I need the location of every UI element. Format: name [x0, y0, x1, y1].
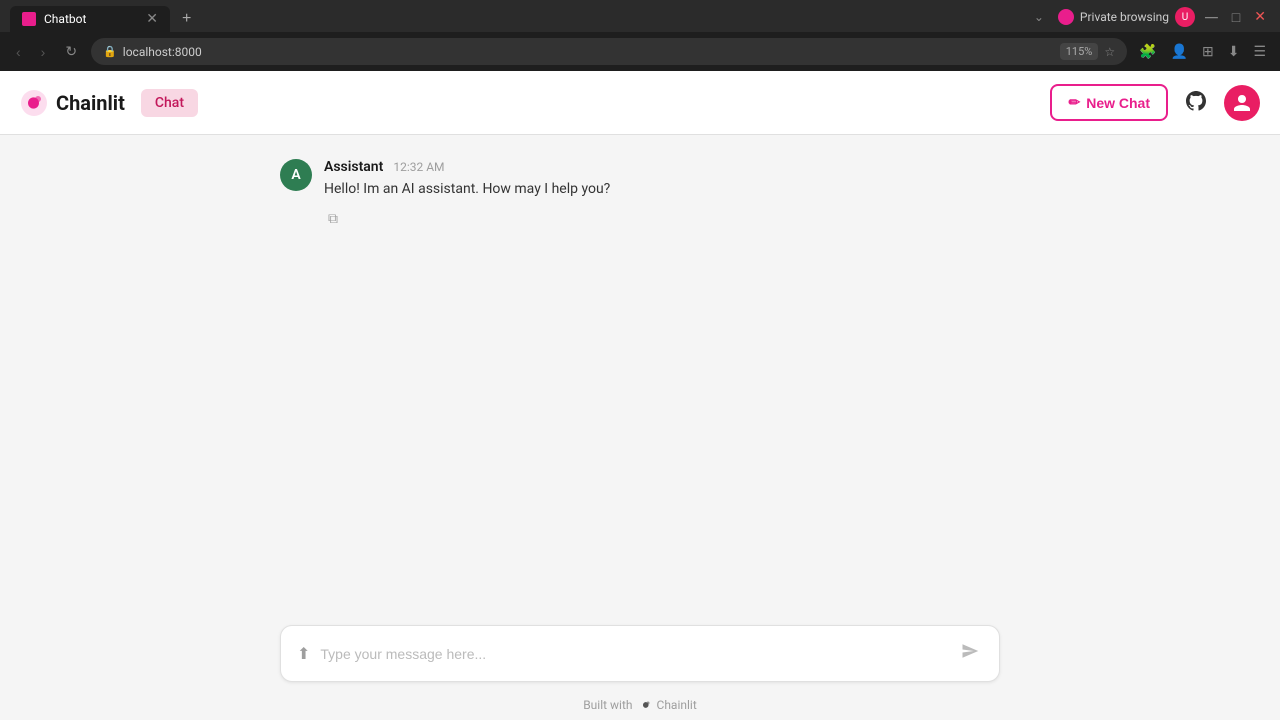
tab-title: Chatbot: [44, 12, 138, 26]
back-button[interactable]: ‹: [10, 40, 27, 64]
private-browsing-badge: Private browsing: [1058, 9, 1169, 25]
input-area: ⬆: [0, 609, 1280, 690]
chat-area: A Assistant 12:32 AM Hello! Im an AI ass…: [0, 135, 1280, 609]
browser-minimize[interactable]: ─: [1201, 7, 1222, 28]
avatar-initial: A: [291, 167, 300, 183]
built-with-text: Built with: [583, 698, 632, 712]
profile-button[interactable]: 👤: [1167, 39, 1192, 64]
extensions-button[interactable]: 🧩: [1135, 39, 1160, 64]
tab-close-button[interactable]: ✕: [146, 12, 158, 26]
app-header: Chainlit Chat ✏ New Chat: [0, 71, 1280, 135]
address-bar[interactable]: 🔒 localhost:8000 115% ☆: [91, 38, 1127, 65]
footer-logo: Chainlit: [639, 698, 697, 712]
chat-input[interactable]: [320, 646, 947, 662]
forward-button[interactable]: ›: [35, 40, 52, 64]
input-box: ⬆: [280, 625, 1000, 682]
avatar: A: [280, 159, 312, 191]
new-chat-label: New Chat: [1086, 95, 1150, 111]
tab-favicon: [22, 12, 36, 26]
browser-toolbar-right: ⌄ Private browsing U ─ □ ✕: [1030, 7, 1270, 32]
message-content: Assistant 12:32 AM Hello! Im an AI assis…: [324, 159, 1000, 229]
menu-button[interactable]: ☰: [1249, 39, 1270, 64]
footer: Built with Chainlit: [0, 690, 1280, 720]
header-right: ✏ New Chat: [1050, 84, 1260, 121]
logo-text: Chainlit: [56, 91, 125, 115]
copy-icon: ⧉: [328, 210, 338, 226]
table-row: A Assistant 12:32 AM Hello! Im an AI ass…: [280, 159, 1000, 229]
logo: Chainlit: [20, 89, 125, 117]
chat-badge[interactable]: Chat: [141, 89, 198, 117]
message-container: A Assistant 12:32 AM Hello! Im an AI ass…: [260, 159, 1020, 229]
browser-maximize[interactable]: □: [1228, 9, 1244, 26]
star-icon[interactable]: ☆: [1104, 45, 1115, 59]
tab-bar: Chatbot ✕ + ⌄ Private browsing U ─ □ ✕: [10, 6, 1270, 32]
input-container: ⬆: [260, 625, 1020, 682]
browser-toolbar: ‹ › ↻ 🔒 localhost:8000 115% ☆ 🧩 👤 ⊞ ⬇ ☰: [0, 32, 1280, 71]
github-button[interactable]: [1180, 85, 1212, 120]
browser-close[interactable]: ✕: [1250, 9, 1270, 25]
send-icon: [961, 642, 979, 660]
user-avatar[interactable]: [1224, 85, 1260, 121]
expand-button[interactable]: ⬆: [297, 644, 310, 664]
tab-dropdown[interactable]: ⌄: [1034, 10, 1044, 24]
active-tab[interactable]: Chatbot ✕: [10, 6, 170, 32]
app: Chainlit Chat ✏ New Chat: [0, 71, 1280, 720]
message-actions: ⧉: [324, 208, 1000, 229]
private-label: Private browsing: [1080, 10, 1169, 24]
private-icon: [1058, 9, 1074, 25]
header-left: Chainlit Chat: [20, 89, 198, 117]
github-icon: [1184, 89, 1208, 113]
message-time: 12:32 AM: [393, 160, 444, 174]
address-text: localhost:8000: [123, 45, 202, 59]
footer-brand: Chainlit: [657, 698, 697, 712]
message-text: Hello! Im an AI assistant. How may I hel…: [324, 179, 1000, 200]
lock-icon: 🔒: [103, 45, 117, 58]
message-author: Assistant: [324, 159, 383, 175]
copy-button[interactable]: ⧉: [324, 208, 342, 229]
browser-user-icon[interactable]: U: [1175, 7, 1195, 27]
logo-icon: [20, 89, 48, 117]
message-header: Assistant 12:32 AM: [324, 159, 1000, 175]
new-chat-button[interactable]: ✏ New Chat: [1050, 84, 1168, 121]
new-tab-button[interactable]: +: [174, 6, 199, 32]
footer-chainlit-icon: [639, 698, 653, 712]
user-icon: [1232, 93, 1252, 113]
send-button[interactable]: [957, 638, 983, 669]
edit-icon: ✏: [1068, 94, 1080, 111]
browser-chrome: Chatbot ✕ + ⌄ Private browsing U ─ □ ✕: [0, 0, 1280, 32]
zoom-badge: 115%: [1060, 43, 1099, 60]
download-button[interactable]: ⬇: [1224, 39, 1244, 64]
expand-icon: ⬆: [297, 646, 310, 663]
browser-toolbar-icons: 🧩 👤 ⊞ ⬇ ☰: [1135, 39, 1270, 64]
refresh-button[interactable]: ↻: [59, 39, 83, 64]
sidebar-button[interactable]: ⊞: [1198, 39, 1218, 64]
